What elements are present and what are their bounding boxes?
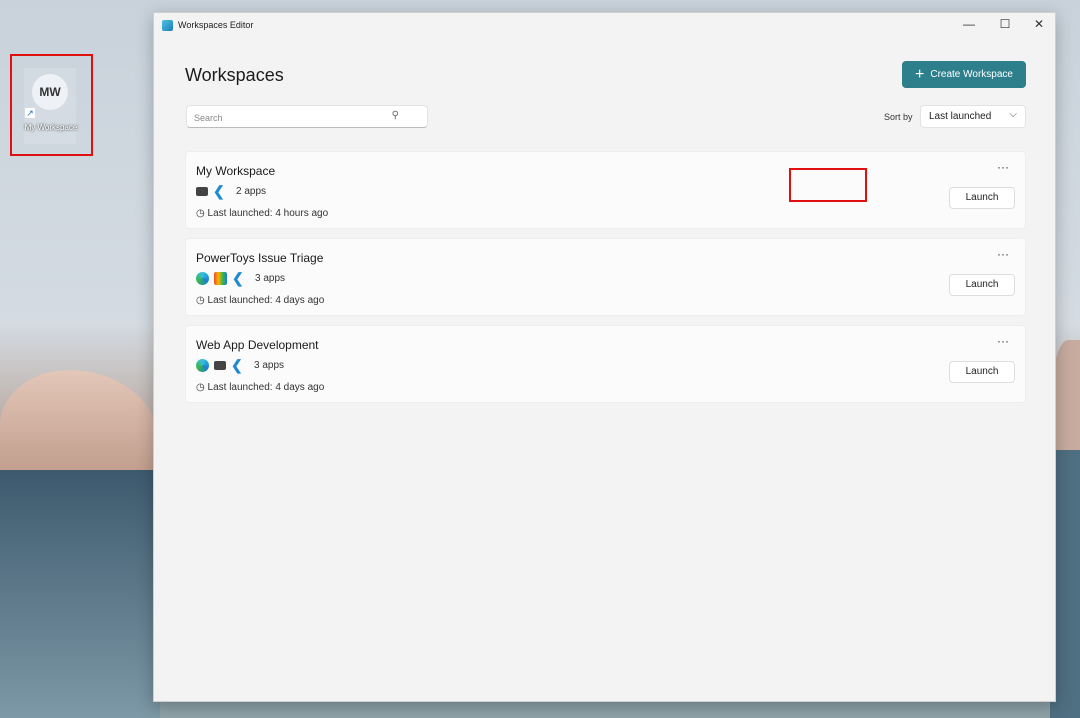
app-count: 2 apps bbox=[236, 186, 267, 197]
history-icon: ◷ bbox=[196, 295, 205, 306]
history-icon: ◷ bbox=[196, 382, 205, 393]
more-options-button[interactable]: ··· bbox=[997, 334, 1009, 348]
edge-app-icon bbox=[196, 359, 209, 372]
search-icon: ⚲ bbox=[391, 110, 399, 121]
create-workspace-button[interactable]: + Create Workspace bbox=[902, 61, 1026, 88]
search-placeholder: Search bbox=[194, 113, 223, 123]
shortcut-arrow-icon: ↗ bbox=[25, 108, 35, 118]
workspaces-editor-window: Workspaces Editor — ☐ ✕ Workspaces + Cre… bbox=[153, 12, 1056, 702]
last-launched-text: Last launched: 4 days ago bbox=[207, 295, 325, 306]
desktop-shortcut-label: My Workspace bbox=[24, 123, 78, 132]
title-bar: Workspaces Editor bbox=[154, 13, 1055, 37]
launch-button[interactable]: Launch bbox=[949, 274, 1015, 296]
workspace-card[interactable]: PowerToys Issue Triage ❮ 3 apps ◷ Last la… bbox=[185, 238, 1026, 316]
vscode-app-icon: ❮ bbox=[232, 270, 244, 286]
window-title: Workspaces Editor bbox=[178, 20, 254, 30]
page-title: Workspaces bbox=[185, 65, 284, 85]
last-launched-text: Last launched: 4 days ago bbox=[207, 382, 325, 393]
workspace-card[interactable]: My Workspace ❮ 2 apps ◷ Last launched: 4 … bbox=[185, 151, 1026, 229]
workspace-apps: ❮ 3 apps bbox=[196, 357, 285, 373]
last-launched: ◷ Last launched: 4 hours ago bbox=[196, 208, 328, 219]
workspace-card[interactable]: Web App Development ❮ 3 apps ◷ Last launc… bbox=[185, 325, 1026, 403]
workspace-apps: ❮ 3 apps bbox=[196, 270, 286, 286]
sort-dropdown[interactable]: Last launched ⌵ bbox=[920, 105, 1026, 128]
vscode-app-icon: ❮ bbox=[231, 357, 243, 373]
sort-label: Sort by bbox=[884, 112, 913, 122]
minimize-button[interactable]: — bbox=[954, 17, 984, 31]
more-options-button[interactable]: ··· bbox=[997, 160, 1009, 174]
more-options-button[interactable]: ··· bbox=[997, 247, 1009, 261]
app-count: 3 apps bbox=[254, 360, 285, 371]
app-icon bbox=[162, 19, 173, 31]
close-button[interactable]: ✕ bbox=[1024, 17, 1054, 31]
terminal-app-icon bbox=[214, 361, 226, 370]
launch-highlight bbox=[789, 168, 867, 202]
last-launched: ◷ Last launched: 4 days ago bbox=[196, 382, 324, 393]
powertoys-app-icon bbox=[214, 272, 227, 285]
create-workspace-label: Create Workspace bbox=[930, 69, 1013, 80]
workspace-name: PowerToys Issue Triage bbox=[196, 251, 324, 265]
workspace-name: Web App Development bbox=[196, 338, 319, 352]
desktop-shortcut-highlight[interactable]: MW ↗ My Workspace bbox=[10, 54, 93, 156]
plus-icon: + bbox=[915, 65, 925, 83]
edge-app-icon bbox=[196, 272, 209, 285]
launch-button[interactable]: Launch bbox=[949, 187, 1015, 209]
workspace-avatar: MW bbox=[32, 74, 68, 110]
app-count: 3 apps bbox=[255, 273, 286, 284]
history-icon: ◷ bbox=[196, 208, 205, 219]
last-launched: ◷ Last launched: 4 days ago bbox=[196, 295, 324, 306]
launch-button[interactable]: Launch bbox=[949, 361, 1015, 383]
workspace-apps: ❮ 2 apps bbox=[196, 183, 267, 199]
last-launched-text: Last launched: 4 hours ago bbox=[207, 208, 329, 219]
search-input[interactable]: Search ⚲ bbox=[186, 105, 428, 128]
workspace-name: My Workspace bbox=[196, 164, 276, 178]
maximize-button[interactable]: ☐ bbox=[990, 17, 1020, 31]
wallpaper-lake bbox=[0, 470, 160, 718]
vscode-app-icon: ❮ bbox=[213, 183, 225, 199]
terminal-app-icon bbox=[196, 187, 208, 196]
chevron-down-icon: ⌵ bbox=[1009, 109, 1017, 120]
sort-value: Last launched bbox=[929, 111, 992, 122]
